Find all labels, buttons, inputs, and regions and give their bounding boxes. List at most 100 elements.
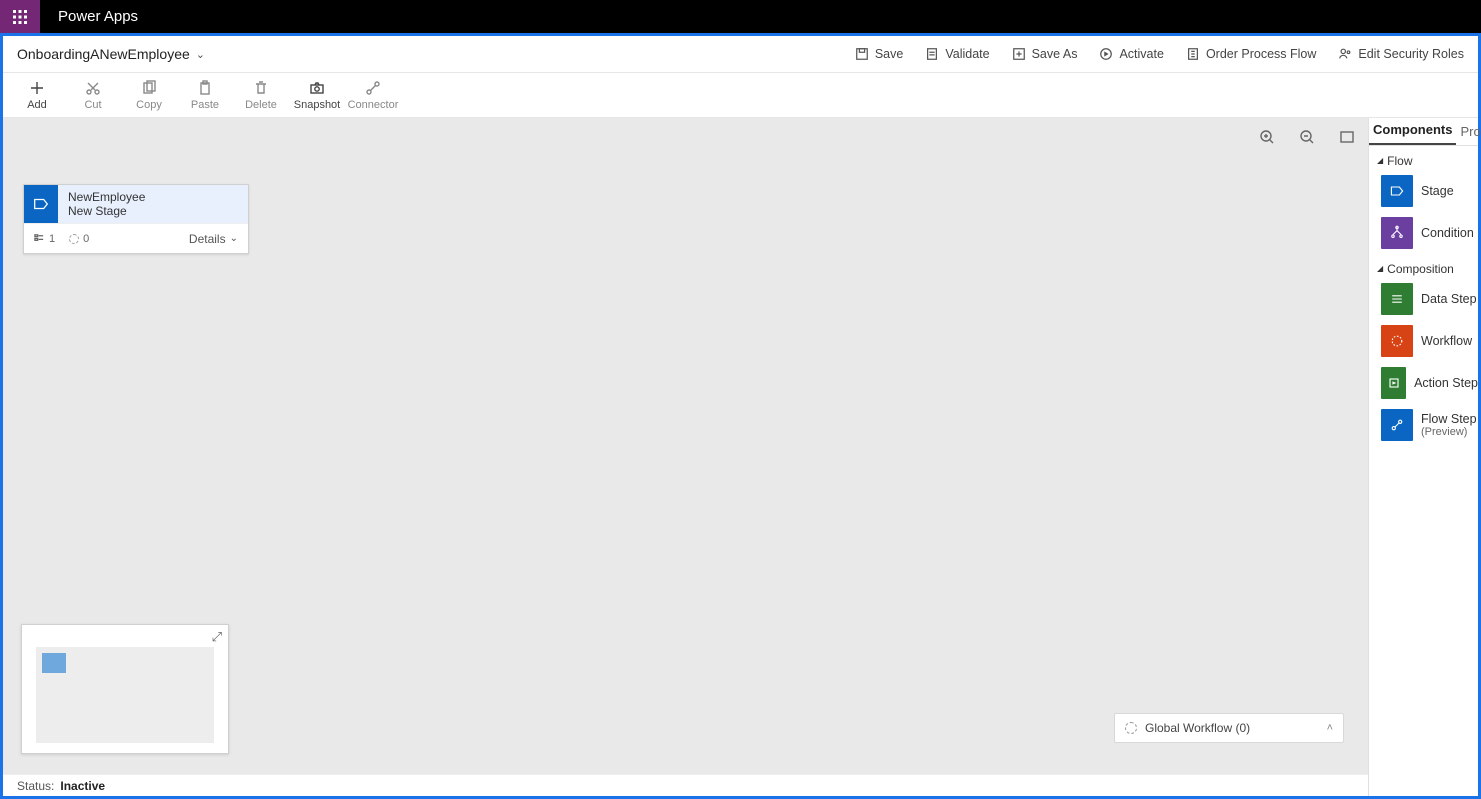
global-workflow-toggle[interactable]: Global Workflow (0) ˄	[1114, 713, 1344, 743]
group-flow[interactable]: Flow	[1369, 146, 1478, 170]
app-header: Power Apps	[0, 0, 1481, 33]
connector-label: Connector	[348, 99, 399, 111]
global-workflow-label: Global Workflow (0)	[1145, 721, 1250, 735]
component-workflow[interactable]: Workflow	[1381, 324, 1478, 358]
waffle-icon	[12, 9, 28, 25]
zoom-out-button[interactable]	[1296, 126, 1318, 148]
cut-label: Cut	[84, 99, 101, 111]
workflow-icon	[1381, 325, 1413, 357]
app-launcher-button[interactable]	[0, 0, 40, 33]
stage-entity: NewEmployee	[68, 190, 238, 204]
data-step-icon	[1381, 283, 1413, 315]
component-flow-step[interactable]: Flow Step (Preview)	[1381, 408, 1478, 442]
tab-properties[interactable]: Pro	[1456, 124, 1481, 145]
trash-icon	[253, 80, 269, 96]
status-bar: Status: Inactive	[3, 774, 1368, 796]
spinner-icon	[1125, 722, 1137, 734]
camera-icon	[309, 80, 325, 96]
connector-button[interactable]: Connector	[345, 72, 401, 118]
status-value: Inactive	[60, 779, 105, 793]
delete-label: Delete	[245, 99, 277, 111]
add-label: Add	[27, 99, 47, 111]
stage-icon	[24, 185, 58, 223]
snapshot-button[interactable]: Snapshot	[289, 72, 345, 118]
process-title-dropdown[interactable]: OnboardingANewEmployee ⌄	[17, 46, 205, 62]
paste-label: Paste	[191, 99, 219, 111]
main-area: NewEmployee New Stage 1 0	[3, 118, 1478, 796]
add-button[interactable]: Add	[9, 72, 65, 118]
save-button[interactable]: Save	[855, 47, 904, 61]
ribbon-toolbar: Add Cut Copy Paste Delete Snapshot Conne…	[3, 72, 1478, 118]
copy-icon	[141, 80, 157, 96]
stage-footer: 1 0 Details ⌄	[24, 223, 248, 253]
validate-button[interactable]: Validate	[925, 47, 989, 61]
designer-canvas[interactable]: NewEmployee New Stage 1 0	[3, 118, 1368, 796]
save-as-button[interactable]: Save As	[1012, 47, 1078, 61]
group-composition[interactable]: Composition	[1369, 254, 1478, 278]
details-label: Details	[189, 232, 226, 246]
designer-frame: OnboardingANewEmployee ⌄ Save Validate S…	[0, 33, 1481, 799]
tab-components[interactable]: Components	[1369, 122, 1456, 145]
action-step-icon	[1381, 367, 1406, 399]
order-icon	[1186, 47, 1200, 61]
stage-icon	[1381, 175, 1413, 207]
minimap-viewport	[36, 647, 214, 743]
status-label: Status:	[17, 779, 54, 793]
validate-label: Validate	[945, 47, 989, 61]
security-icon	[1338, 47, 1352, 61]
stage-steps-count: 1	[34, 233, 55, 245]
component-condition[interactable]: Condition	[1381, 216, 1478, 250]
activate-icon	[1099, 47, 1113, 61]
zoom-in-button[interactable]	[1256, 126, 1278, 148]
stage-tile[interactable]: NewEmployee New Stage 1 0	[23, 184, 249, 254]
component-label: Condition	[1421, 226, 1474, 240]
component-stage[interactable]: Stage	[1381, 174, 1478, 208]
save-as-label: Save As	[1032, 47, 1078, 61]
cut-button[interactable]: Cut	[65, 72, 121, 118]
component-label: Stage	[1421, 184, 1454, 198]
zoom-controls	[1256, 126, 1358, 148]
clipboard-icon	[197, 80, 213, 96]
minimap-node	[42, 653, 66, 673]
app-brand: Power Apps	[40, 8, 156, 25]
save-as-icon	[1012, 47, 1026, 61]
copy-button[interactable]: Copy	[121, 72, 177, 118]
components-panel: Components Pro Flow Stage Condition Comp…	[1368, 118, 1478, 796]
snapshot-label: Snapshot	[294, 99, 340, 111]
validate-icon	[925, 47, 939, 61]
delete-button[interactable]: Delete	[233, 72, 289, 118]
minimap-expand-icon[interactable]: ⤢	[212, 629, 222, 645]
scissors-icon	[85, 80, 101, 96]
fit-to-screen-button[interactable]	[1336, 126, 1358, 148]
component-label: Workflow	[1421, 334, 1472, 348]
chevron-down-icon: ⌄	[196, 48, 205, 61]
condition-icon	[1381, 217, 1413, 249]
component-label: Flow Step (Preview)	[1421, 412, 1477, 438]
command-actions: Save Validate Save As Activate Order Pro…	[855, 47, 1464, 61]
security-label: Edit Security Roles	[1358, 47, 1464, 61]
component-data-step[interactable]: Data Step	[1381, 282, 1478, 316]
flow-step-icon	[1381, 409, 1413, 441]
paste-button[interactable]: Paste	[177, 72, 233, 118]
order-process-flow-button[interactable]: Order Process Flow	[1186, 47, 1316, 61]
order-label: Order Process Flow	[1206, 47, 1316, 61]
component-label: Data Step	[1421, 292, 1477, 306]
chevron-down-icon: ⌄	[230, 233, 238, 244]
save-label: Save	[875, 47, 904, 61]
activate-label: Activate	[1119, 47, 1163, 61]
plus-icon	[29, 80, 45, 96]
spinner-icon	[69, 234, 79, 244]
stage-workflows-count: 0	[69, 233, 89, 245]
minimap[interactable]: ⤢	[21, 624, 229, 754]
component-label: Action Step	[1414, 376, 1478, 390]
chevron-up-icon: ˄	[1327, 722, 1333, 734]
panel-tabs: Components Pro	[1369, 118, 1478, 146]
save-icon	[855, 47, 869, 61]
stage-details-toggle[interactable]: Details ⌄	[189, 232, 238, 246]
stage-header: NewEmployee New Stage	[24, 185, 248, 223]
edit-security-roles-button[interactable]: Edit Security Roles	[1338, 47, 1464, 61]
process-title: OnboardingANewEmployee	[17, 46, 190, 62]
component-action-step[interactable]: Action Step	[1381, 366, 1478, 400]
command-bar: OnboardingANewEmployee ⌄ Save Validate S…	[3, 36, 1478, 72]
activate-button[interactable]: Activate	[1099, 47, 1163, 61]
